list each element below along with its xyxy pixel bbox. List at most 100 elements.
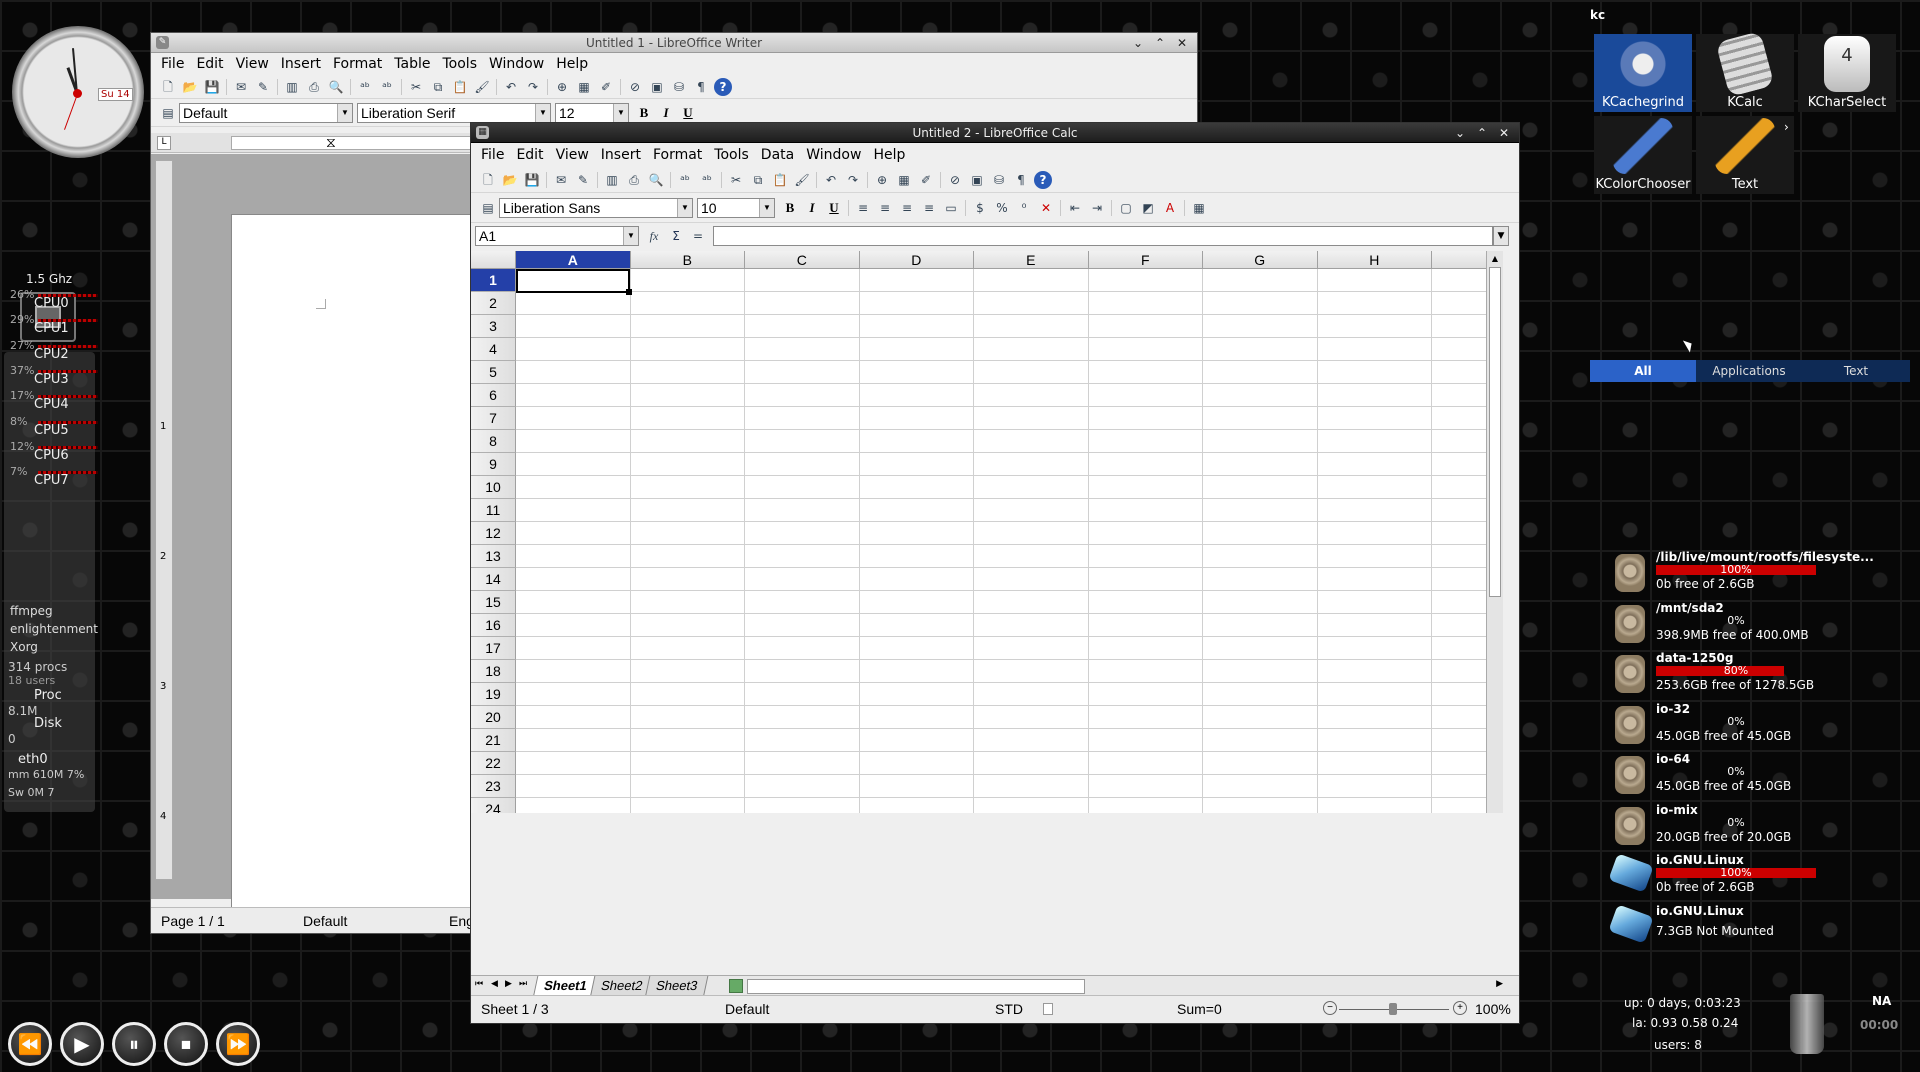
row-header-9[interactable]: 9 [471,453,516,476]
navigator-icon[interactable]: ⊘ [946,171,964,189]
clone-format-icon[interactable]: 🖌 [473,78,491,96]
row-header-7[interactable]: 7 [471,407,516,430]
row-header-4[interactable]: 4 [471,338,516,361]
row-header-16[interactable]: 16 [471,614,516,637]
row-header-12[interactable]: 12 [471,522,516,545]
copy-icon[interactable]: ⧉ [429,78,447,96]
chevron-right-icon[interactable]: › [1784,120,1789,134]
row-header-10[interactable]: 10 [471,476,516,499]
gallery-icon[interactable]: ▣ [968,171,986,189]
writer-app-icon[interactable]: ✎ [156,36,169,49]
column-header-G[interactable]: G [1203,251,1318,269]
calc-menu-edit[interactable]: Edit [510,147,549,163]
scroll-right-icon[interactable]: ▶ [1496,979,1503,989]
print-preview-icon[interactable]: 🔍 [647,171,665,189]
table-icon[interactable]: ▦ [895,171,913,189]
new-document-icon[interactable]: 🗋 [159,78,177,96]
spellcheck-icon[interactable]: ᵃᵇ [676,171,694,189]
column-header-F[interactable]: F [1088,251,1203,269]
justify-icon[interactable]: ≡ [920,199,938,217]
borders-icon[interactable]: ▢ [1117,199,1135,217]
writer-page-style[interactable]: Default [303,913,347,929]
row-header-5[interactable]: 5 [471,361,516,384]
save-icon[interactable]: 💾 [523,171,541,189]
row-header-11[interactable]: 11 [471,499,516,522]
undo-icon[interactable]: ↶ [822,171,840,189]
hyperlink-icon[interactable]: ⊕ [873,171,891,189]
add-sheet-icon[interactable] [729,979,743,993]
gallery-icon[interactable]: ▣ [648,78,666,96]
drive-item[interactable]: io.GNU.Linux 7.3GB Not Mounted [1608,904,1892,954]
tab-all[interactable]: All [1590,360,1696,382]
launcher-query[interactable]: kc [1590,8,1605,22]
writer-maximize-button[interactable]: ⌃ [1151,33,1169,53]
writer-font-combo[interactable]: Liberation Serif ▼ [357,102,551,123]
stop-button[interactable]: ⏹ [164,1022,208,1066]
underline-button[interactable]: U [825,200,843,216]
vertical-scrollbar[interactable]: ▲ [1486,251,1503,813]
calc-page-style[interactable]: Default [725,1001,769,1017]
zoom-out-icon[interactable]: − [1323,1001,1337,1015]
column-header-C[interactable]: C [745,251,860,269]
drive-item[interactable]: data-1250g 80% 253.6GB free of 1278.5GB [1612,651,1892,701]
calc-window[interactable]: ▦ Untitled 2 - LibreOffice Calc ⌄ ⌃ ✕ Fi… [470,122,1520,1024]
row-header-13[interactable]: 13 [471,545,516,568]
merge-cells-icon[interactable]: ▭ [942,199,960,217]
italic-button[interactable]: I [657,105,675,121]
app-kcalc[interactable]: KCalc [1696,31,1794,112]
writer-menu-table[interactable]: Table [388,56,436,72]
horizontal-scrollbar[interactable] [747,979,1085,994]
row-header-19[interactable]: 19 [471,683,516,706]
calc-selection-mode[interactable]: STD [995,1001,1023,1017]
row-header-24[interactable]: 24 [471,798,516,813]
email-icon[interactable]: ✉ [232,78,250,96]
cut-icon[interactable]: ✂ [727,171,745,189]
calc-menu-data[interactable]: Data [755,147,800,163]
row-header-17[interactable]: 17 [471,637,516,660]
hyperlink-icon[interactable]: ⊕ [553,78,571,96]
undo-icon[interactable]: ↶ [502,78,520,96]
writer-titlebar[interactable]: ✎ Untitled 1 - LibreOffice Writer ⌄ ⌃ ✕ [151,33,1197,53]
last-sheet-icon[interactable]: ⏭ [519,979,527,989]
calc-font-combo[interactable]: Liberation Sans ▼ [499,197,693,218]
new-document-icon[interactable]: 🗋 [479,171,497,189]
row-header-21[interactable]: 21 [471,729,516,752]
pause-button[interactable]: ⏸ [112,1022,156,1066]
row-header-15[interactable]: 15 [471,591,516,614]
row-header-1[interactable]: 1 [471,269,516,292]
zoom-percentage[interactable]: 100% [1475,1001,1511,1017]
copy-icon[interactable]: ⧉ [749,171,767,189]
calc-menu-format[interactable]: Format [647,147,708,163]
navigator-icon[interactable]: ⊘ [626,78,644,96]
calc-menu-insert[interactable]: Insert [595,147,647,163]
add-decimal-icon[interactable]: ⁰ [1015,199,1033,217]
drive-item[interactable]: io.GNU.Linux 100% 0b free of 2.6GB [1608,853,1892,903]
chevron-down-icon[interactable]: ▼ [623,227,638,245]
zoom-slider-thumb[interactable] [1389,1003,1397,1015]
draw-functions-icon[interactable]: ✐ [597,78,615,96]
row-header-14[interactable]: 14 [471,568,516,591]
calc-menu-file[interactable]: File [475,147,510,163]
data-sources-icon[interactable]: ⛁ [990,171,1008,189]
writer-menu-format[interactable]: Format [327,56,388,72]
row-header-2[interactable]: 2 [471,292,516,315]
column-header-B[interactable]: B [630,251,745,269]
drive-item[interactable]: io-32 0% 45.0GB free of 45.0GB [1612,702,1892,752]
help-icon[interactable]: ? [1034,170,1052,189]
edit-file-icon[interactable]: ✎ [254,78,272,96]
email-icon[interactable]: ✉ [552,171,570,189]
cut-icon[interactable]: ✂ [407,78,425,96]
calc-sum[interactable]: Sum=0 [1177,1001,1222,1017]
print-preview-icon[interactable]: 🔍 [327,78,345,96]
row-header-8[interactable]: 8 [471,430,516,453]
next-sheet-icon[interactable]: ▶ [505,979,512,989]
app-kcharselect[interactable]: 4 KCharSelect [1798,34,1896,112]
writer-menu-view[interactable]: View [230,56,275,72]
column-header-D[interactable]: D [859,251,974,269]
active-cell-a1[interactable] [516,269,632,295]
writer-menu-help[interactable]: Help [550,56,594,72]
align-left-icon[interactable]: ≡ [854,199,872,217]
pdf-export-icon[interactable]: ▥ [603,171,621,189]
open-folder-icon[interactable]: 📂 [501,171,519,189]
expand-formula-icon[interactable]: ▼ [1493,226,1509,246]
